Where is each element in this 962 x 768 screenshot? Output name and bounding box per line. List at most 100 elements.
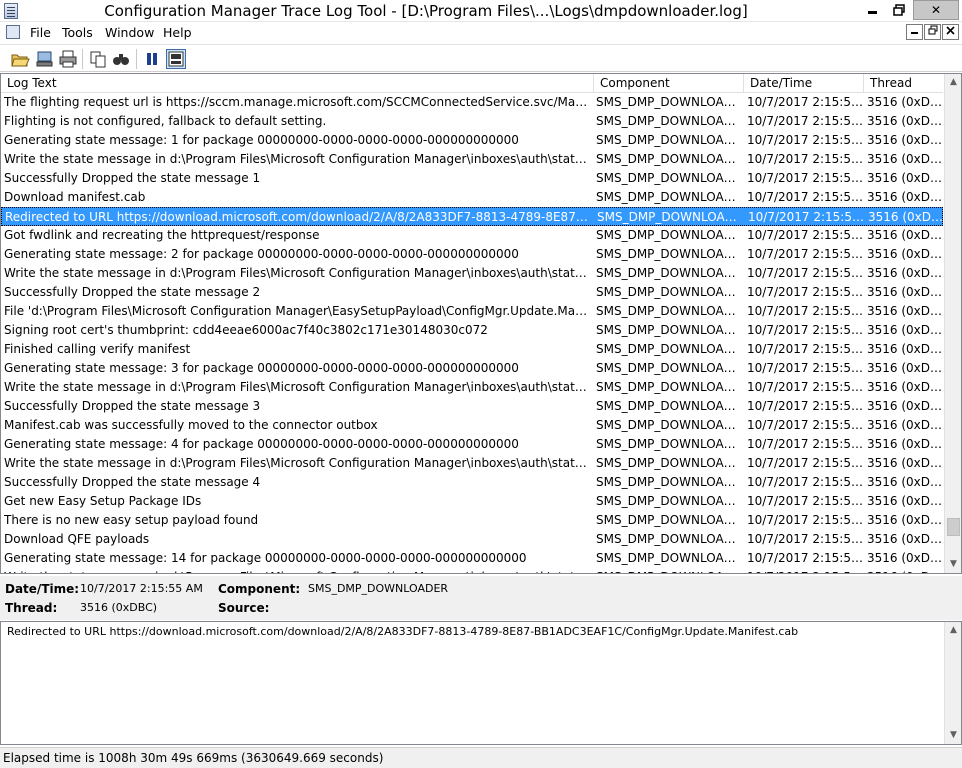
pause-button[interactable] bbox=[142, 49, 162, 69]
component-cell: SMS_DMP_DOWNLOADER bbox=[596, 133, 742, 147]
table-row[interactable]: Successfully Dropped the state message 4… bbox=[1, 473, 943, 492]
open-icon bbox=[11, 54, 30, 67]
datetime-cell: 10/7/2017 2:15:55 AM bbox=[747, 323, 863, 337]
log-text-cell: There is no new easy setup payload found bbox=[4, 513, 259, 527]
scroll-down-arrow-icon[interactable]: ▼ bbox=[945, 727, 962, 744]
minimize-button[interactable] bbox=[859, 0, 885, 20]
datetime-cell: 10/7/2017 2:15:55 AM bbox=[747, 228, 863, 242]
log-text-cell: Generating state message: 2 for package … bbox=[4, 247, 519, 261]
column-header-component[interactable]: Component bbox=[594, 74, 744, 93]
thread-cell: 3516 (0xDBC) bbox=[867, 380, 943, 394]
component-cell: SMS_DMP_DOWNLOADER bbox=[596, 95, 742, 109]
thread-cell: 3516 (0xDBC) bbox=[867, 228, 943, 242]
mdi-close-button[interactable] bbox=[942, 24, 959, 40]
scroll-up-arrow-icon[interactable]: ▲ bbox=[945, 74, 961, 91]
scroll-down-arrow-icon[interactable]: ▼ bbox=[945, 556, 961, 573]
toolbar bbox=[0, 44, 962, 72]
thread-cell: 3516 (0xDBC) bbox=[867, 361, 943, 375]
restore-button[interactable] bbox=[886, 0, 912, 20]
table-row[interactable]: Generating state message: 1 for package … bbox=[1, 131, 943, 150]
log-text-cell: Generating state message: 3 for package … bbox=[4, 361, 519, 375]
column-header-datetime[interactable]: Date/Time bbox=[744, 74, 864, 93]
datetime-cell: 10/7/2017 2:15:55 AM bbox=[747, 171, 863, 185]
mdi-minimize-button[interactable] bbox=[906, 24, 923, 40]
copy-button[interactable] bbox=[88, 49, 108, 69]
mdi-restore-button[interactable] bbox=[924, 24, 941, 40]
component-cell: SMS_DMP_DOWNLOADER bbox=[596, 399, 742, 413]
datetime-label: Date/Time: bbox=[5, 582, 80, 596]
scroll-thumb[interactable] bbox=[947, 518, 960, 536]
message-pane[interactable]: Redirected to URL https://download.micro… bbox=[0, 621, 962, 745]
table-row[interactable]: Write the state message in d:\Program Fi… bbox=[1, 378, 943, 397]
thread-cell: 3516 (0xDBC) bbox=[867, 171, 943, 185]
list-vertical-scrollbar[interactable]: ▲ ▼ bbox=[944, 74, 961, 573]
table-row[interactable]: Generating state message: 2 for package … bbox=[1, 245, 943, 264]
table-row[interactable]: Get new Easy Setup Package IDs SMS_DMP_DO… bbox=[1, 492, 943, 511]
log-text-cell: Write the state message in d:\Program Fi… bbox=[4, 380, 590, 394]
column-header-thread[interactable]: Thread bbox=[864, 74, 943, 93]
table-row[interactable]: Finished calling verify manifest SMS_DMP_… bbox=[1, 340, 943, 359]
component-cell: SMS_DMP_DOWNLOADER bbox=[596, 456, 742, 470]
menu-help[interactable]: Help bbox=[163, 25, 192, 40]
table-row[interactable]: Write the state message in d:\Program Fi… bbox=[1, 568, 943, 573]
menu-tools[interactable]: Tools bbox=[62, 25, 93, 40]
menu-tools-label: Tools bbox=[62, 25, 93, 40]
component-cell: SMS_DMP_DOWNLOADER bbox=[596, 532, 742, 546]
table-row[interactable]: Manifest.cab was successfully moved to t… bbox=[1, 416, 943, 435]
log-text-cell: Finished calling verify manifest bbox=[4, 342, 191, 356]
table-row[interactable]: Got fwdlink and recreating the httpreque… bbox=[1, 226, 943, 245]
component-cell: SMS_DMP_DOWNLOADER bbox=[596, 190, 742, 204]
table-row[interactable]: Write the state message in d:\Program Fi… bbox=[1, 150, 943, 169]
thread-cell: 3516 (0xDBC) bbox=[868, 210, 943, 224]
datetime-cell: 10/7/2017 2:15:55 AM bbox=[747, 133, 863, 147]
log-list[interactable]: Log Text Component Date/Time Thread The … bbox=[0, 73, 962, 574]
table-row[interactable]: Successfully Dropped the state message 1… bbox=[1, 169, 943, 188]
open-button[interactable] bbox=[10, 49, 30, 69]
component-cell: SMS_DMP_DOWNLOADER bbox=[596, 494, 742, 508]
table-row[interactable]: Generating state message: 14 for package… bbox=[1, 549, 943, 568]
table-row[interactable]: There is no new easy setup payload found… bbox=[1, 511, 943, 530]
component-cell: SMS_DMP_DOWNLOADER bbox=[596, 568, 742, 573]
toggle-details-icon bbox=[168, 51, 184, 67]
message-text: Redirected to URL https://download.micro… bbox=[7, 625, 799, 638]
table-row[interactable]: Redirected to URL https://download.micro… bbox=[1, 207, 943, 226]
table-row[interactable]: Generating state message: 4 for package … bbox=[1, 435, 943, 454]
find-button[interactable] bbox=[111, 49, 131, 69]
menu-file[interactable]: File bbox=[30, 25, 51, 40]
table-row[interactable]: File 'd:\Program Files\Microsoft Configu… bbox=[1, 302, 943, 321]
menu-window[interactable]: Window bbox=[105, 25, 154, 40]
table-row[interactable]: Write the state message in d:\Program Fi… bbox=[1, 454, 943, 473]
thread-cell: 3516 (0xDBC) bbox=[867, 494, 943, 508]
thread-cell: 3516 (0xDBC) bbox=[867, 418, 943, 432]
table-row[interactable]: Successfully Dropped the state message 3… bbox=[1, 397, 943, 416]
component-cell: SMS_DMP_DOWNLOADER bbox=[597, 210, 743, 224]
close-button[interactable]: ✕ bbox=[913, 0, 959, 20]
print-button[interactable] bbox=[58, 49, 78, 69]
toolbar-separator bbox=[136, 49, 137, 69]
log-text-cell: Successfully Dropped the state message 4 bbox=[4, 475, 261, 489]
scroll-up-arrow-icon[interactable]: ▲ bbox=[945, 622, 962, 639]
thread-cell: 3516 (0xDBC) bbox=[867, 247, 943, 261]
log-text-cell: Successfully Dropped the state message 2 bbox=[4, 285, 261, 299]
component-cell: SMS_DMP_DOWNLOADER bbox=[596, 171, 742, 185]
datetime-cell: 10/7/2017 2:15:55 AM bbox=[747, 551, 863, 565]
table-row[interactable]: Successfully Dropped the state message 2… bbox=[1, 283, 943, 302]
column-header-log-text[interactable]: Log Text bbox=[1, 74, 594, 93]
list-body: The flighting request url is https://scc… bbox=[1, 93, 943, 573]
thread-cell: 3516 (0xDBC) bbox=[867, 399, 943, 413]
table-row[interactable]: Signing root cert's thumbprint: cdd4eeae… bbox=[1, 321, 943, 340]
datetime-cell: 10/7/2017 2:15:55 AM bbox=[747, 437, 863, 451]
table-row[interactable]: Download QFE payloads SMS_DMP_DOWNLOADER 1… bbox=[1, 530, 943, 549]
table-row[interactable]: Flighting is not configured, fallback to… bbox=[1, 112, 943, 131]
table-row[interactable]: The flighting request url is https://scc… bbox=[1, 93, 943, 112]
table-row[interactable]: Generating state message: 3 for package … bbox=[1, 359, 943, 378]
datetime-cell: 10/7/2017 2:15:55 AM bbox=[747, 418, 863, 432]
table-row[interactable]: Download manifest.cab SMS_DMP_DOWNLOADER 1… bbox=[1, 188, 943, 207]
thread-value: 3516 (0xDBC) bbox=[80, 601, 158, 614]
toggle-details-button[interactable] bbox=[166, 49, 186, 69]
table-row[interactable]: Write the state message in d:\Program Fi… bbox=[1, 264, 943, 283]
thread-cell: 3516 (0xDBC) bbox=[867, 95, 943, 109]
open-on-server-button[interactable] bbox=[35, 49, 55, 69]
component-cell: SMS_DMP_DOWNLOADER bbox=[596, 285, 742, 299]
message-vertical-scrollbar[interactable]: ▲ ▼ bbox=[944, 622, 961, 744]
